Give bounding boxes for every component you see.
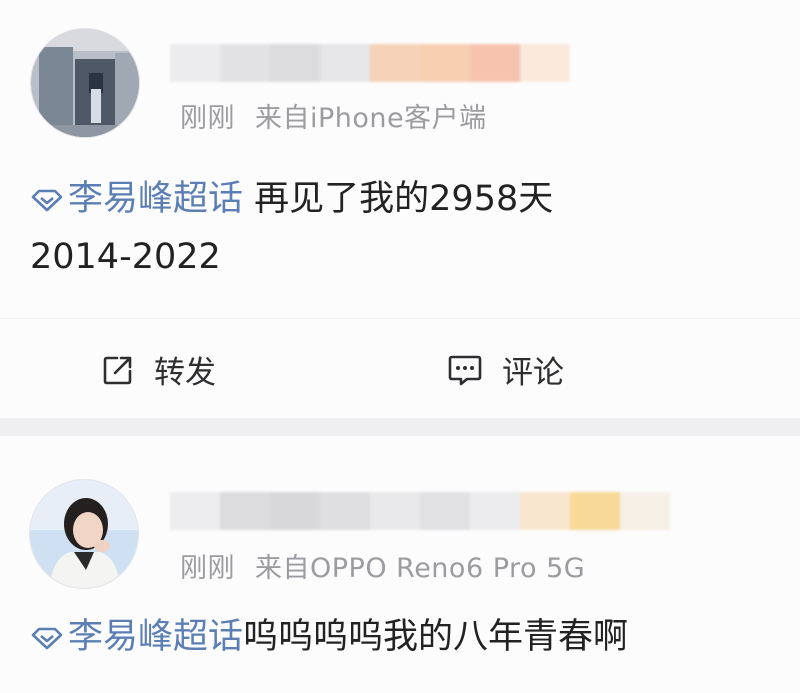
name-blur-block	[470, 492, 520, 530]
diamond-icon	[31, 189, 63, 212]
post-text: 呜呜呜呜我的八年青春啊	[243, 617, 629, 657]
post-text: 再见了我的2958天	[254, 179, 554, 219]
name-blur-block	[270, 44, 320, 82]
super-topic-label: 李易峰超话	[68, 179, 244, 219]
name-blur-block	[220, 492, 270, 530]
comment-icon	[448, 355, 482, 385]
post-text-line2: 2014-2022	[30, 237, 221, 277]
super-topic-link[interactable]: 李易峰超话	[30, 617, 243, 657]
name-blur-block	[170, 492, 220, 530]
diamond-icon	[31, 627, 63, 650]
name-blur-block	[170, 44, 220, 82]
avatar-photo-doorway	[31, 29, 139, 137]
username-blurred[interactable]	[170, 492, 670, 530]
super-topic-label: 李易峰超话	[68, 617, 244, 657]
user-avatar[interactable]	[29, 479, 139, 589]
name-blur-block	[470, 44, 520, 82]
avatar-photo-woman	[30, 480, 138, 588]
post-meta: 刚刚 来自iPhone客户端	[180, 96, 487, 135]
name-blur-block	[320, 44, 370, 82]
user-avatar[interactable]	[30, 28, 140, 138]
post-content: 李易峰超话呜呜呜呜我的八年青春啊	[30, 608, 628, 666]
comment-button[interactable]: 评论	[446, 347, 564, 392]
post-meta: 刚刚 来自OPPO Reno6 Pro 5G	[180, 546, 585, 585]
post-divider	[0, 418, 800, 436]
share-icon	[103, 356, 132, 384]
username-blurred[interactable]	[170, 44, 570, 82]
post-time: 刚刚	[180, 103, 235, 134]
post-actions: 转发 评论	[0, 318, 800, 419]
name-blur-block	[570, 492, 620, 530]
repost-label: 转发	[154, 355, 216, 391]
name-blur-block	[370, 44, 420, 82]
name-blur-block	[320, 492, 370, 530]
super-topic-link[interactable]: 李易峰超话	[30, 179, 243, 219]
name-blur-block	[520, 44, 570, 82]
weibo-post: 刚刚 来自OPPO Reno6 Pro 5G 李易峰超话呜呜呜呜我的八年青春啊	[0, 436, 800, 693]
post-source: 来自iPhone客户端	[255, 103, 487, 134]
name-blur-block	[270, 492, 320, 530]
comment-label: 评论	[502, 355, 564, 391]
name-blur-block	[420, 44, 470, 82]
name-blur-block	[520, 492, 570, 530]
post-time: 刚刚	[180, 553, 235, 584]
repost-button[interactable]: 转发	[100, 347, 216, 392]
name-blur-block	[370, 492, 420, 530]
name-blur-block	[620, 492, 670, 530]
post-content: 李易峰超话 再见了我的2958天 2014-2022	[30, 170, 553, 286]
name-blur-block	[220, 44, 270, 82]
name-blur-block	[420, 492, 470, 530]
weibo-post: 刚刚 来自iPhone客户端 李易峰超话 再见了我的2958天 2014-2022…	[0, 0, 800, 418]
post-source: 来自OPPO Reno6 Pro 5G	[255, 553, 586, 584]
